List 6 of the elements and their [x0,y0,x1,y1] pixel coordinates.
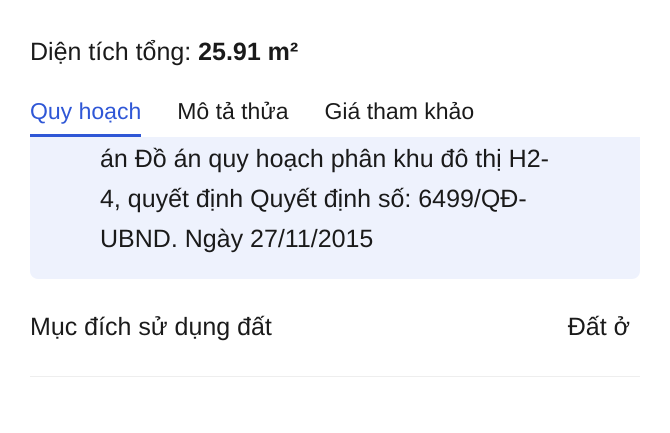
detail-value: Đất ở [568,312,630,343]
planning-info-text: án Đồ án quy hoạch phân khu đô thị H2- 4, quyết định Quyết định số: 6499/QĐ- UBND. Ngày 27/11/2015 [100,144,550,255]
total-area-text: Diện tích tổng: 25.91 m² [30,37,298,68]
detail-label: Mục đích sử dụng đất [30,312,272,343]
tab[interactable]: Mô tả thửa [177,92,289,137]
tab[interactable]: Giá tham khảo [324,92,474,137]
